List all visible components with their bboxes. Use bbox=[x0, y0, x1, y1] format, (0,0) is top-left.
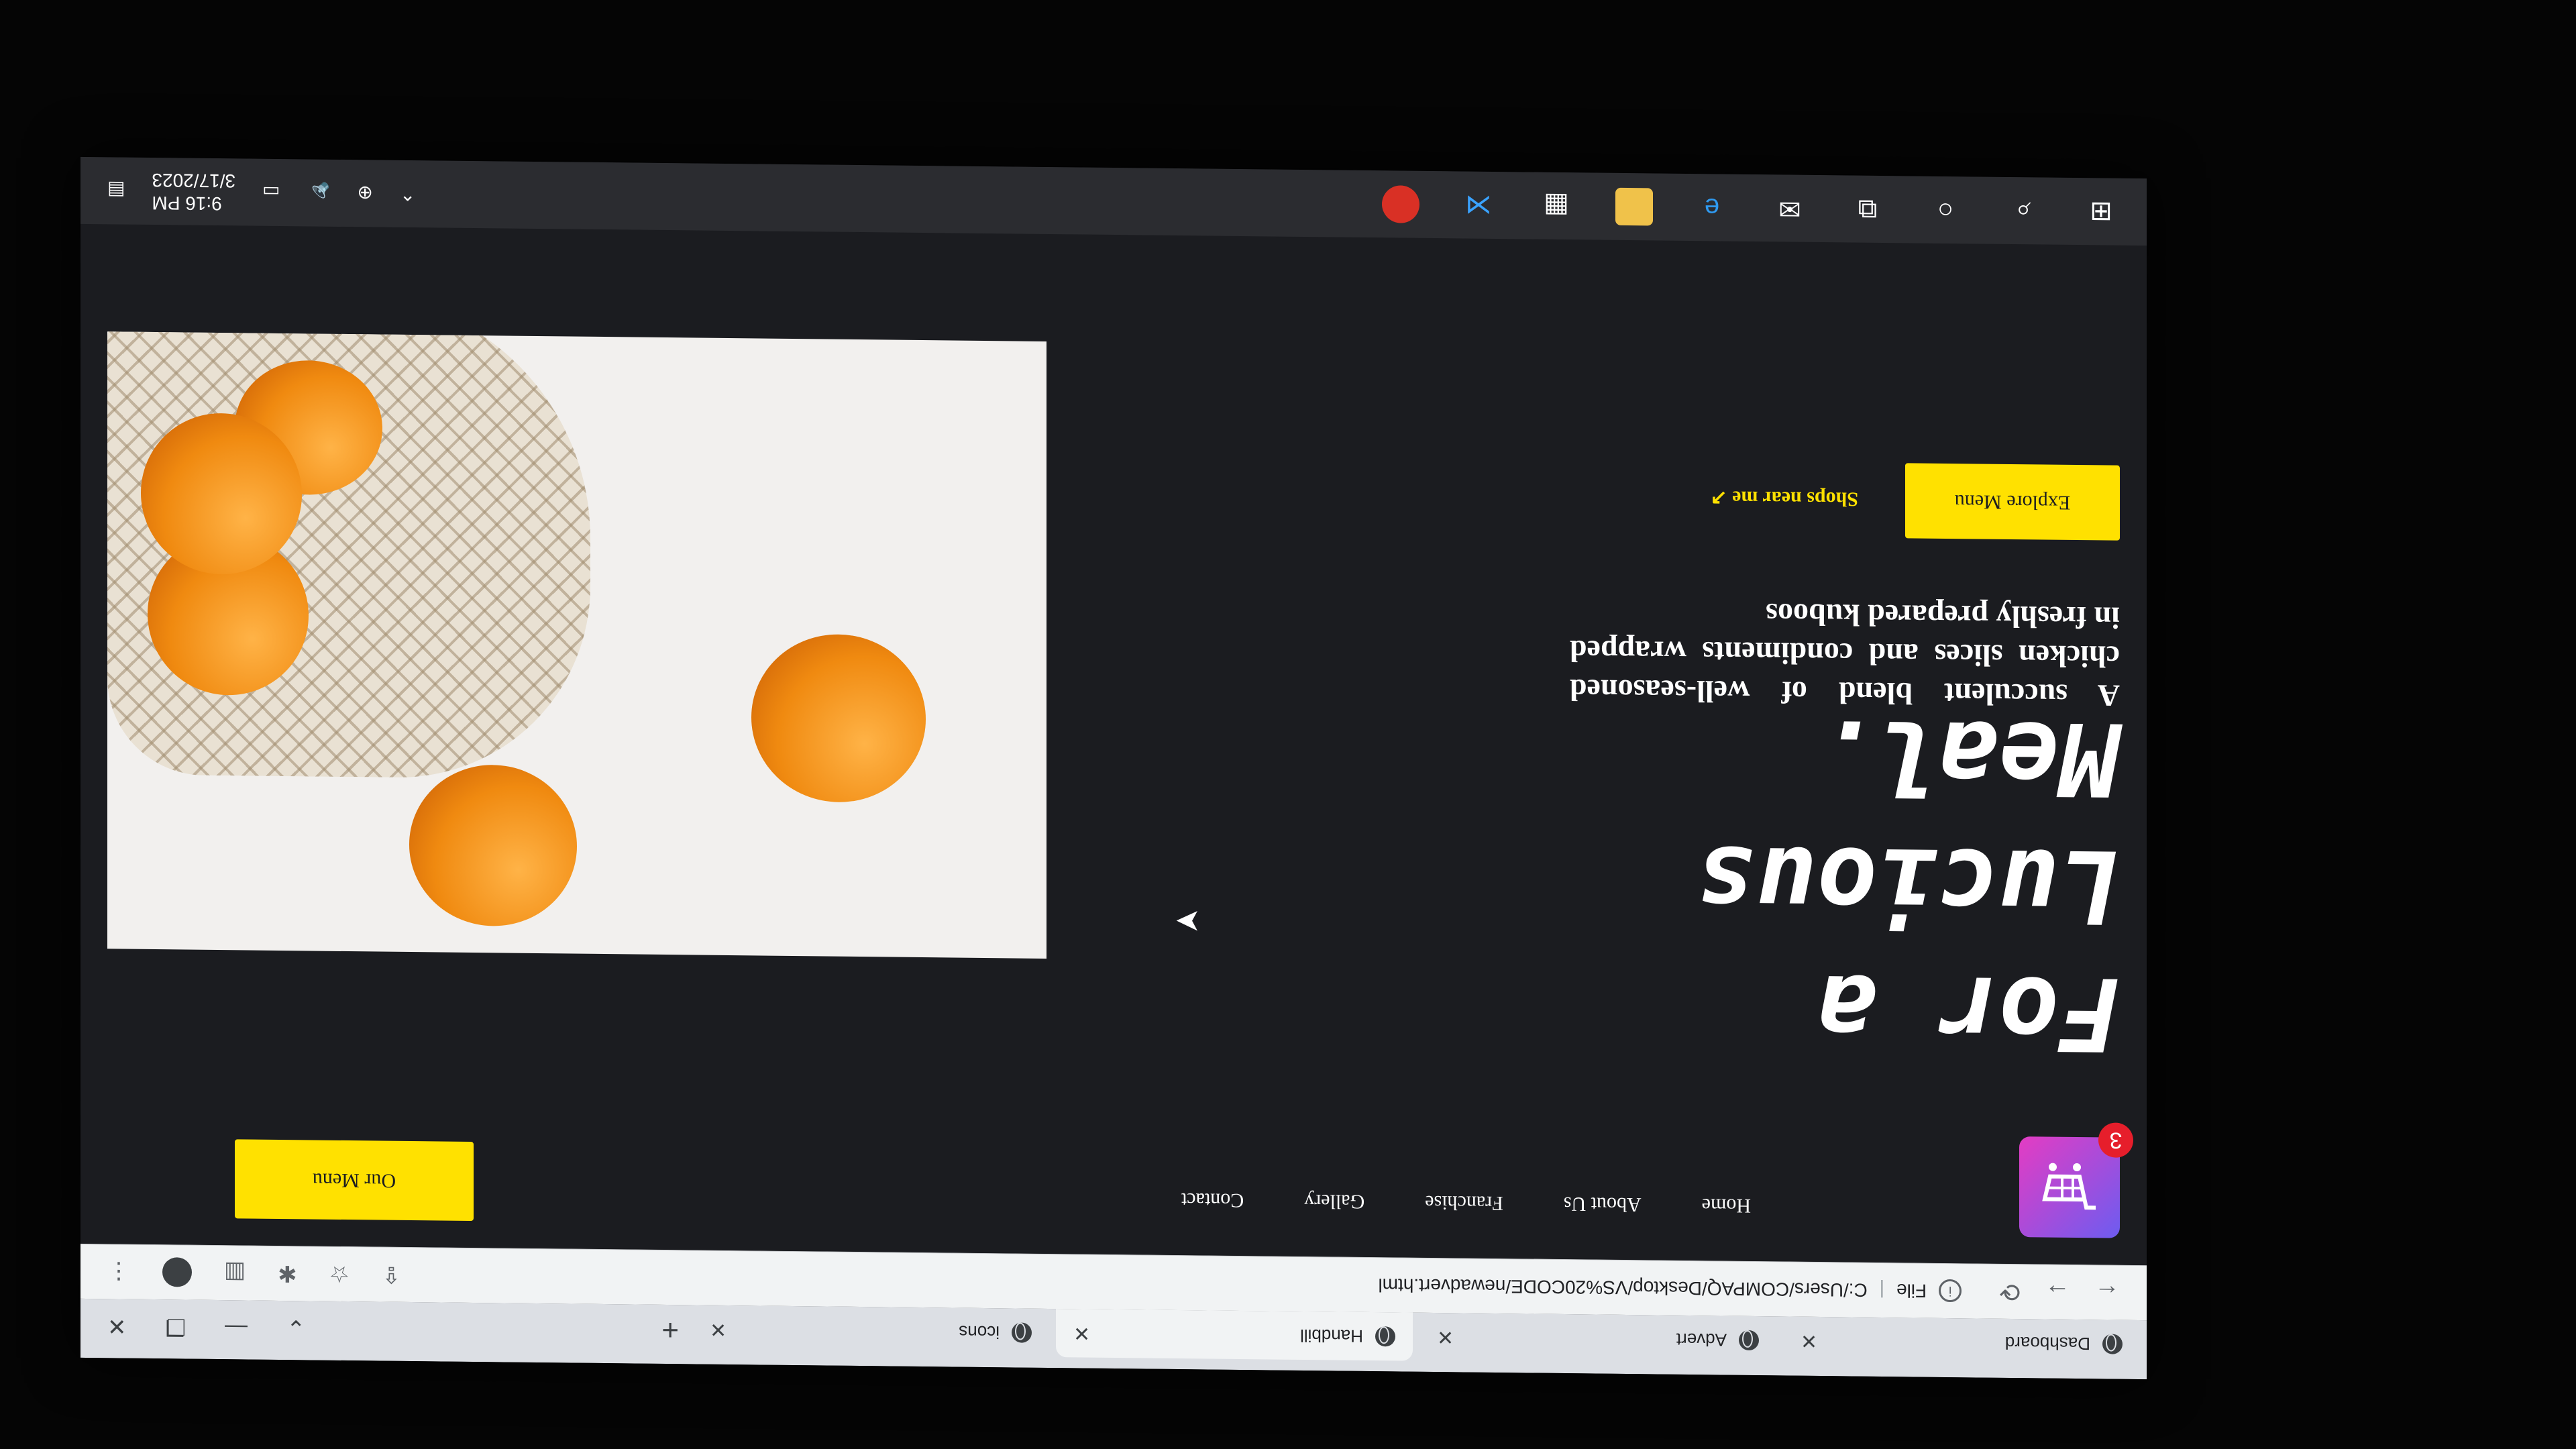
url-text: C:/Users/COMPAQ/Desktop/VS%20CODE/newadv… bbox=[1378, 1275, 1868, 1301]
tab-dashboard[interactable]: Dashboard ✕ bbox=[1783, 1316, 2140, 1368]
windows-icon[interactable]: ⊞ bbox=[2082, 193, 2120, 231]
globe-icon bbox=[2102, 1334, 2123, 1354]
clock-time: 9:16 PM bbox=[152, 192, 222, 215]
globe-icon bbox=[1375, 1326, 1395, 1347]
window-controls: ⌄ — ❐ ✕ bbox=[80, 1299, 305, 1342]
tab-handbill[interactable]: Handbill ✕ bbox=[1056, 1309, 1413, 1361]
battery-icon[interactable]: ▭ bbox=[262, 181, 280, 203]
sidebar-icon[interactable]: ▥ bbox=[224, 1260, 246, 1287]
shops-near-me-link[interactable]: Shops near me ↗ bbox=[1711, 486, 1858, 511]
close-icon[interactable]: ✕ bbox=[710, 1318, 727, 1341]
notifications-icon[interactable]: ▤ bbox=[107, 180, 125, 202]
tab-title: icons bbox=[959, 1322, 1000, 1343]
info-icon[interactable]: i bbox=[1939, 1279, 1962, 1303]
clock[interactable]: 9:16 PM 3/17/2023 bbox=[152, 168, 235, 215]
close-window-icon[interactable]: ✕ bbox=[107, 1312, 127, 1339]
tab-title: Advert bbox=[1676, 1330, 1727, 1351]
tab-advert[interactable]: Advert ✕ bbox=[1419, 1313, 1776, 1365]
nav-franchise[interactable]: Franchise bbox=[1425, 1191, 1503, 1214]
hero-description: A succulent blend of well-seasoned chick… bbox=[1570, 597, 2120, 713]
tab-icons[interactable]: icons ✕ bbox=[692, 1305, 1049, 1357]
nav-about[interactable]: About Us bbox=[1564, 1192, 1642, 1216]
nav-gallery[interactable]: Gallery bbox=[1304, 1189, 1364, 1213]
web-page: 3 Home About Us Franchise Gallery Contac… bbox=[80, 223, 2147, 1266]
monitor-screen: Dashboard ✕ Advert ✕ Handbill ✕ icons ✕ … bbox=[80, 156, 2147, 1380]
close-icon[interactable]: ✕ bbox=[1437, 1326, 1454, 1349]
task-view-icon[interactable]: ⧉ bbox=[1849, 190, 1886, 228]
system-tray: ⌃ ⊕ 🔈 ▭ 9:16 PM 3/17/2023 ▤ bbox=[107, 168, 415, 217]
url-scheme: File bbox=[1896, 1280, 1927, 1302]
forward-icon[interactable]: → bbox=[2045, 1278, 2070, 1307]
file-explorer-icon[interactable] bbox=[1615, 187, 1653, 226]
orange bbox=[141, 412, 302, 576]
hero-image-oranges bbox=[107, 331, 1046, 959]
tab-title: Handbill bbox=[1300, 1326, 1363, 1347]
tab-title: Dashboard bbox=[2004, 1333, 2090, 1354]
volume-icon[interactable]: 🔈 bbox=[307, 182, 331, 204]
clock-date: 3/17/2023 bbox=[152, 169, 236, 192]
our-menu-button[interactable]: Our Menu bbox=[235, 1139, 474, 1222]
vscode-icon[interactable]: ⋊ bbox=[1460, 186, 1497, 224]
minimize-icon[interactable]: — bbox=[225, 1313, 248, 1340]
new-tab-button[interactable]: + bbox=[661, 1313, 679, 1346]
explore-menu-button[interactable]: Explore Menu bbox=[1905, 463, 2120, 541]
globe-icon bbox=[1012, 1322, 1032, 1343]
browser-toolbar: ⇪ ☆ ✱ ▥ ⋮ bbox=[107, 1257, 401, 1290]
chevron-up-icon[interactable]: ⌃ bbox=[400, 182, 415, 205]
cortana-icon[interactable]: ○ bbox=[1927, 191, 1964, 229]
profile-avatar[interactable] bbox=[162, 1257, 192, 1288]
url-field[interactable]: i File | C:/Users/COMPAQ/Desktop/VS%20CO… bbox=[1364, 1266, 1975, 1310]
chrome-icon[interactable] bbox=[1382, 185, 1419, 223]
store-icon[interactable]: ▦ bbox=[1538, 187, 1575, 225]
divider: | bbox=[1879, 1280, 1885, 1301]
notification-badge: 3 bbox=[2098, 1122, 2133, 1158]
network-icon[interactable]: ⊕ bbox=[357, 182, 372, 205]
nav-contact[interactable]: Contact bbox=[1181, 1188, 1244, 1212]
globe-icon bbox=[1739, 1330, 1759, 1351]
chevron-down-icon[interactable]: ⌄ bbox=[286, 1314, 306, 1341]
hero-title: For a Lucious Meal. bbox=[1695, 696, 2120, 1072]
nav-home[interactable]: Home bbox=[1702, 1193, 1751, 1217]
reload-icon[interactable]: ⟳ bbox=[1999, 1277, 2021, 1307]
close-icon[interactable]: ✕ bbox=[1801, 1329, 1817, 1352]
share-icon[interactable]: ⇪ bbox=[382, 1261, 401, 1288]
search-icon[interactable]: ⌕ bbox=[2004, 192, 2042, 230]
restore-icon[interactable]: ❐ bbox=[166, 1313, 186, 1340]
close-icon[interactable]: ✕ bbox=[1073, 1322, 1090, 1345]
mail-icon[interactable]: ✉ bbox=[1771, 189, 1809, 227]
edge-icon[interactable]: e bbox=[1693, 189, 1731, 227]
back-icon[interactable]: ← bbox=[2094, 1278, 2120, 1307]
orange bbox=[751, 633, 926, 804]
bookmark-star-icon[interactable]: ☆ bbox=[329, 1260, 350, 1287]
extensions-icon[interactable]: ✱ bbox=[278, 1260, 297, 1287]
site-nav: Home About Us Franchise Gallery Contact bbox=[1181, 1188, 1751, 1217]
orange bbox=[409, 764, 577, 927]
more-menu-icon[interactable]: ⋮ bbox=[107, 1258, 130, 1285]
mouse-cursor-icon: ➤ bbox=[1175, 904, 1201, 940]
cart-logo-icon bbox=[2042, 1163, 2096, 1210]
